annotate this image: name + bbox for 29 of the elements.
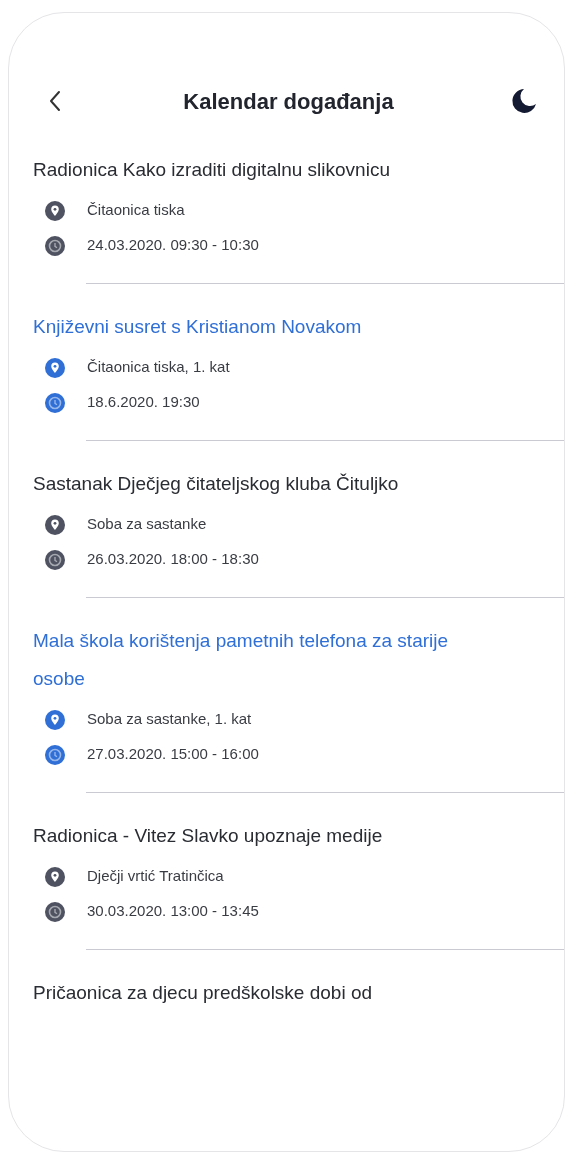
event-location: Soba za sastanke, 1. kat xyxy=(87,709,252,730)
event-location: Čitaonica tiska xyxy=(87,200,185,221)
event-time: 30.03.2020. 13:00 - 13:45 xyxy=(87,901,259,922)
event-title[interactable]: Mala škola korištenja pametnih telefona za starije osobe xyxy=(33,622,504,698)
page-title: Kalendar događanja xyxy=(183,87,394,116)
event-location: Čitaonica tiska, 1. kat xyxy=(87,357,230,378)
clock-icon xyxy=(45,744,65,765)
event-time: 18.6.2020. 19:30 xyxy=(87,392,200,413)
clock-icon xyxy=(45,392,65,413)
moon-icon xyxy=(510,87,538,115)
event-time: 24.03.2020. 09:30 - 10:30 xyxy=(87,235,259,256)
event-time: 27.03.2020. 15:00 - 16:00 xyxy=(87,744,259,765)
event-title[interactable]: Radionica Kako izraditi digitalnu slikovnicu xyxy=(33,151,504,189)
location-pin-icon xyxy=(45,357,65,378)
location-pin-icon xyxy=(45,514,65,535)
event-title[interactable]: Pričaonica za djecu predškolske dobi od xyxy=(33,974,504,1012)
event-location: Dječji vrtić Tratinčica xyxy=(87,866,224,887)
event-title[interactable]: Književni susret s Kristianom Novakom xyxy=(33,308,504,346)
location-pin-icon xyxy=(45,709,65,730)
clock-icon xyxy=(45,549,65,570)
location-pin-icon xyxy=(45,200,65,221)
clock-icon xyxy=(45,901,65,922)
event-title[interactable]: Sastanak Dječjeg čitateljskog kluba Čituljko xyxy=(33,465,504,503)
back-chevron-icon xyxy=(48,89,62,113)
event-time: 26.03.2020. 18:00 - 18:30 xyxy=(87,549,259,570)
location-pin-icon xyxy=(45,866,65,887)
clock-icon xyxy=(45,235,65,256)
event-title[interactable]: Radionica - Vitez Slavko upoznaje medije xyxy=(33,817,504,855)
event-location: Soba za sastanke xyxy=(87,514,207,535)
